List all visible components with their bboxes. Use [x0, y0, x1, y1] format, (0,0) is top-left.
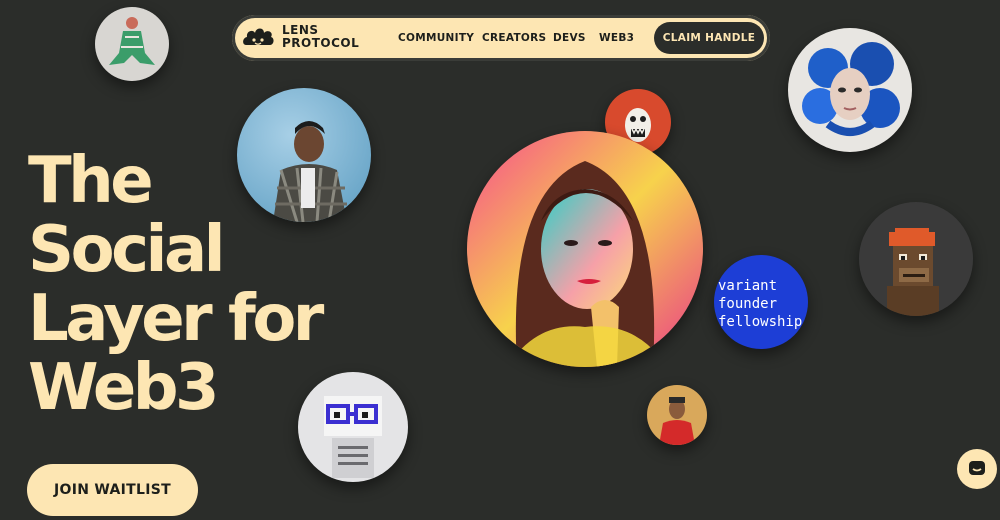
avatar-bubble [859, 202, 973, 316]
top-navbar: LENS PROTOCOL COMMUNITY CREATORS DEVS WE… [232, 15, 770, 61]
nav-link-community[interactable]: COMMUNITY [398, 32, 474, 44]
claim-handle-button[interactable]: CLAIM HANDLE [654, 22, 764, 54]
nav-link-web3[interactable]: WEB3 [599, 32, 634, 44]
brand-name[interactable]: LENS PROTOCOL [282, 24, 372, 50]
hero-line-2: Social [28, 213, 226, 287]
badge-line-1: variant [718, 278, 778, 294]
chat-widget-button[interactable] [957, 449, 997, 489]
lens-logo-icon[interactable] [242, 25, 274, 51]
badge-line-2: founder [718, 296, 778, 312]
join-waitlist-button[interactable]: JOIN WAITLIST [27, 464, 198, 516]
featured-avatar-bubble [467, 131, 703, 367]
variant-fellowship-badge: variant founder fellowship [714, 255, 808, 349]
nav-link-devs[interactable]: DEVS [553, 32, 586, 44]
hero-line-4: Web3 [28, 351, 220, 425]
chat-bubble-icon [969, 461, 985, 475]
hero-line-3: Layer for [28, 282, 324, 356]
avatar-bubble [647, 385, 707, 445]
avatar-bubble [95, 7, 169, 81]
avatar-bubble [788, 28, 912, 152]
avatar-bubble [298, 372, 408, 482]
avatar-bubble [237, 88, 371, 222]
badge-line-3: fellowship [718, 314, 803, 330]
nav-link-creators[interactable]: CREATORS [482, 32, 546, 44]
brand-line-2: PROTOCOL [282, 36, 360, 50]
